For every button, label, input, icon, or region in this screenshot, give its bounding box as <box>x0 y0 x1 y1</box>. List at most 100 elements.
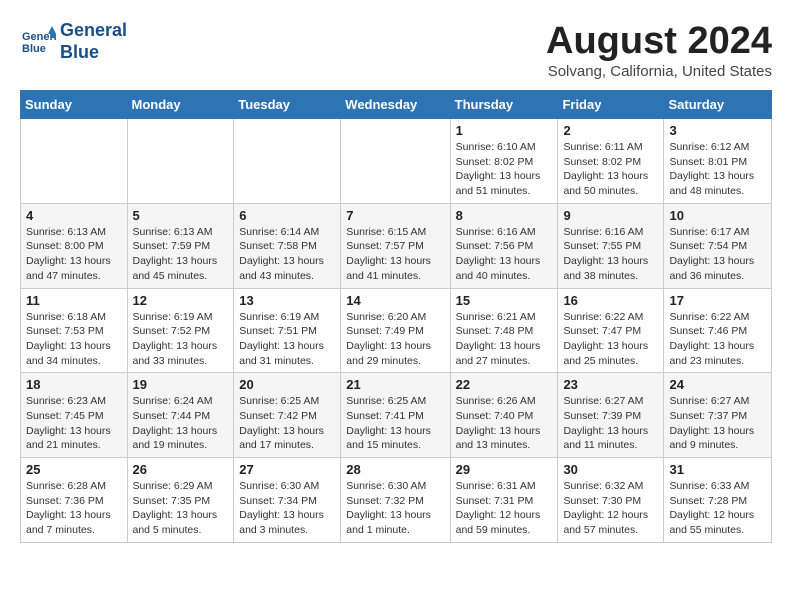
day-info: Sunrise: 6:20 AM Sunset: 7:49 PM Dayligh… <box>346 310 444 369</box>
day-number: 20 <box>239 377 335 392</box>
day-cell: 21 Sunrise: 6:25 AM Sunset: 7:41 PM Dayli… <box>341 373 450 458</box>
day-number: 22 <box>456 377 553 392</box>
day-number: 1 <box>456 123 553 138</box>
day-info: Sunrise: 6:19 AM Sunset: 7:52 PM Dayligh… <box>133 310 229 369</box>
day-cell: 18 Sunrise: 6:23 AM Sunset: 7:45 PM Dayli… <box>21 373 128 458</box>
day-cell: 6 Sunrise: 6:14 AM Sunset: 7:58 PM Daylig… <box>234 203 341 288</box>
day-number: 31 <box>669 462 766 477</box>
day-info: Sunrise: 6:16 AM Sunset: 7:55 PM Dayligh… <box>563 225 658 284</box>
day-cell: 30Sunrise: 6:32 AM Sunset: 7:30 PM Dayli… <box>558 458 664 543</box>
week-row-3: 11 Sunrise: 6:18 AM Sunset: 7:53 PM Dayli… <box>21 288 772 373</box>
day-info: Sunrise: 6:15 AM Sunset: 7:57 PM Dayligh… <box>346 225 444 284</box>
day-cell: 17Sunrise: 6:22 AM Sunset: 7:46 PM Dayli… <box>664 288 772 373</box>
day-number: 28 <box>346 462 444 477</box>
day-cell: 29 Sunrise: 6:31 AM Sunset: 7:31 PM Dayli… <box>450 458 558 543</box>
day-info: Sunrise: 6:27 AM Sunset: 7:37 PM Dayligh… <box>669 394 766 453</box>
day-number: 23 <box>563 377 658 392</box>
day-cell: 28 Sunrise: 6:30 AM Sunset: 7:32 PM Dayli… <box>341 458 450 543</box>
day-number: 3 <box>669 123 766 138</box>
day-number: 11 <box>26 293 122 308</box>
day-cell: 1 Sunrise: 6:10 AM Sunset: 8:02 PM Daylig… <box>450 119 558 204</box>
day-info: Sunrise: 6:16 AM Sunset: 7:56 PM Dayligh… <box>456 225 553 284</box>
day-cell: 2Sunrise: 6:11 AM Sunset: 8:02 PM Daylig… <box>558 119 664 204</box>
day-info: Sunrise: 6:18 AM Sunset: 7:53 PM Dayligh… <box>26 310 122 369</box>
day-info: Sunrise: 6:13 AM Sunset: 8:00 PM Dayligh… <box>26 225 122 284</box>
svg-text:Blue: Blue <box>22 43 46 55</box>
day-cell: 16 Sunrise: 6:22 AM Sunset: 7:47 PM Dayli… <box>558 288 664 373</box>
header-friday: Friday <box>558 91 664 119</box>
day-cell: 11 Sunrise: 6:18 AM Sunset: 7:53 PM Dayli… <box>21 288 128 373</box>
location: Solvang, California, United States <box>546 63 772 80</box>
day-number: 18 <box>26 377 122 392</box>
day-info: Sunrise: 6:11 AM Sunset: 8:02 PM Dayligh… <box>563 140 658 199</box>
day-cell: 15Sunrise: 6:21 AM Sunset: 7:48 PM Dayli… <box>450 288 558 373</box>
day-cell: 22 Sunrise: 6:26 AM Sunset: 7:40 PM Dayli… <box>450 373 558 458</box>
page-header: General Blue General Blue August 2024 So… <box>20 20 772 80</box>
header-thursday: Thursday <box>450 91 558 119</box>
day-info: Sunrise: 6:31 AM Sunset: 7:31 PM Dayligh… <box>456 479 553 538</box>
day-cell: 23 Sunrise: 6:27 AM Sunset: 7:39 PM Dayli… <box>558 373 664 458</box>
day-number: 21 <box>346 377 444 392</box>
header-saturday: Saturday <box>664 91 772 119</box>
day-info: Sunrise: 6:25 AM Sunset: 7:41 PM Dayligh… <box>346 394 444 453</box>
day-info: Sunrise: 6:27 AM Sunset: 7:39 PM Dayligh… <box>563 394 658 453</box>
day-cell: 4Sunrise: 6:13 AM Sunset: 8:00 PM Daylig… <box>21 203 128 288</box>
day-number: 29 <box>456 462 553 477</box>
day-info: Sunrise: 6:25 AM Sunset: 7:42 PM Dayligh… <box>239 394 335 453</box>
day-cell <box>341 119 450 204</box>
day-cell: 27 Sunrise: 6:30 AM Sunset: 7:34 PM Dayli… <box>234 458 341 543</box>
day-cell: 13Sunrise: 6:19 AM Sunset: 7:51 PM Dayli… <box>234 288 341 373</box>
week-row-2: 4Sunrise: 6:13 AM Sunset: 8:00 PM Daylig… <box>21 203 772 288</box>
day-number: 7 <box>346 208 444 223</box>
day-info: Sunrise: 6:22 AM Sunset: 7:46 PM Dayligh… <box>669 310 766 369</box>
day-info: Sunrise: 6:19 AM Sunset: 7:51 PM Dayligh… <box>239 310 335 369</box>
day-number: 27 <box>239 462 335 477</box>
day-number: 16 <box>563 293 658 308</box>
day-info: Sunrise: 6:30 AM Sunset: 7:32 PM Dayligh… <box>346 479 444 538</box>
calendar-header-row: SundayMondayTuesdayWednesdayThursdayFrid… <box>21 91 772 119</box>
day-cell: 8 Sunrise: 6:16 AM Sunset: 7:56 PM Daylig… <box>450 203 558 288</box>
day-cell: 26Sunrise: 6:29 AM Sunset: 7:35 PM Dayli… <box>127 458 234 543</box>
day-number: 14 <box>346 293 444 308</box>
day-number: 12 <box>133 293 229 308</box>
day-info: Sunrise: 6:33 AM Sunset: 7:28 PM Dayligh… <box>669 479 766 538</box>
day-cell: 9Sunrise: 6:16 AM Sunset: 7:55 PM Daylig… <box>558 203 664 288</box>
week-row-5: 25 Sunrise: 6:28 AM Sunset: 7:36 PM Dayli… <box>21 458 772 543</box>
day-cell: 12 Sunrise: 6:19 AM Sunset: 7:52 PM Dayli… <box>127 288 234 373</box>
day-cell: 20 Sunrise: 6:25 AM Sunset: 7:42 PM Dayli… <box>234 373 341 458</box>
header-wednesday: Wednesday <box>341 91 450 119</box>
day-info: Sunrise: 6:10 AM Sunset: 8:02 PM Dayligh… <box>456 140 553 199</box>
week-row-4: 18 Sunrise: 6:23 AM Sunset: 7:45 PM Dayli… <box>21 373 772 458</box>
day-info: Sunrise: 6:22 AM Sunset: 7:47 PM Dayligh… <box>563 310 658 369</box>
day-number: 25 <box>26 462 122 477</box>
day-cell: 24 Sunrise: 6:27 AM Sunset: 7:37 PM Dayli… <box>664 373 772 458</box>
day-number: 19 <box>133 377 229 392</box>
calendar-table: SundayMondayTuesdayWednesdayThursdayFrid… <box>20 90 772 543</box>
day-cell: 3Sunrise: 6:12 AM Sunset: 8:01 PM Daylig… <box>664 119 772 204</box>
header-sunday: Sunday <box>21 91 128 119</box>
day-cell: 25 Sunrise: 6:28 AM Sunset: 7:36 PM Dayli… <box>21 458 128 543</box>
day-number: 26 <box>133 462 229 477</box>
header-monday: Monday <box>127 91 234 119</box>
logo-text: General Blue <box>60 20 127 63</box>
day-cell: 31 Sunrise: 6:33 AM Sunset: 7:28 PM Dayli… <box>664 458 772 543</box>
month-title: August 2024 <box>546 20 772 63</box>
day-number: 5 <box>133 208 229 223</box>
day-info: Sunrise: 6:26 AM Sunset: 7:40 PM Dayligh… <box>456 394 553 453</box>
week-row-1: 1 Sunrise: 6:10 AM Sunset: 8:02 PM Daylig… <box>21 119 772 204</box>
day-number: 30 <box>563 462 658 477</box>
day-number: 24 <box>669 377 766 392</box>
logo-icon: General Blue <box>20 24 56 60</box>
day-info: Sunrise: 6:13 AM Sunset: 7:59 PM Dayligh… <box>133 225 229 284</box>
day-number: 15 <box>456 293 553 308</box>
day-info: Sunrise: 6:14 AM Sunset: 7:58 PM Dayligh… <box>239 225 335 284</box>
logo: General Blue General Blue <box>20 20 127 63</box>
day-number: 6 <box>239 208 335 223</box>
day-info: Sunrise: 6:23 AM Sunset: 7:45 PM Dayligh… <box>26 394 122 453</box>
day-cell: 19Sunrise: 6:24 AM Sunset: 7:44 PM Dayli… <box>127 373 234 458</box>
day-info: Sunrise: 6:30 AM Sunset: 7:34 PM Dayligh… <box>239 479 335 538</box>
day-info: Sunrise: 6:17 AM Sunset: 7:54 PM Dayligh… <box>669 225 766 284</box>
day-cell: 5 Sunrise: 6:13 AM Sunset: 7:59 PM Daylig… <box>127 203 234 288</box>
day-info: Sunrise: 6:28 AM Sunset: 7:36 PM Dayligh… <box>26 479 122 538</box>
day-number: 8 <box>456 208 553 223</box>
